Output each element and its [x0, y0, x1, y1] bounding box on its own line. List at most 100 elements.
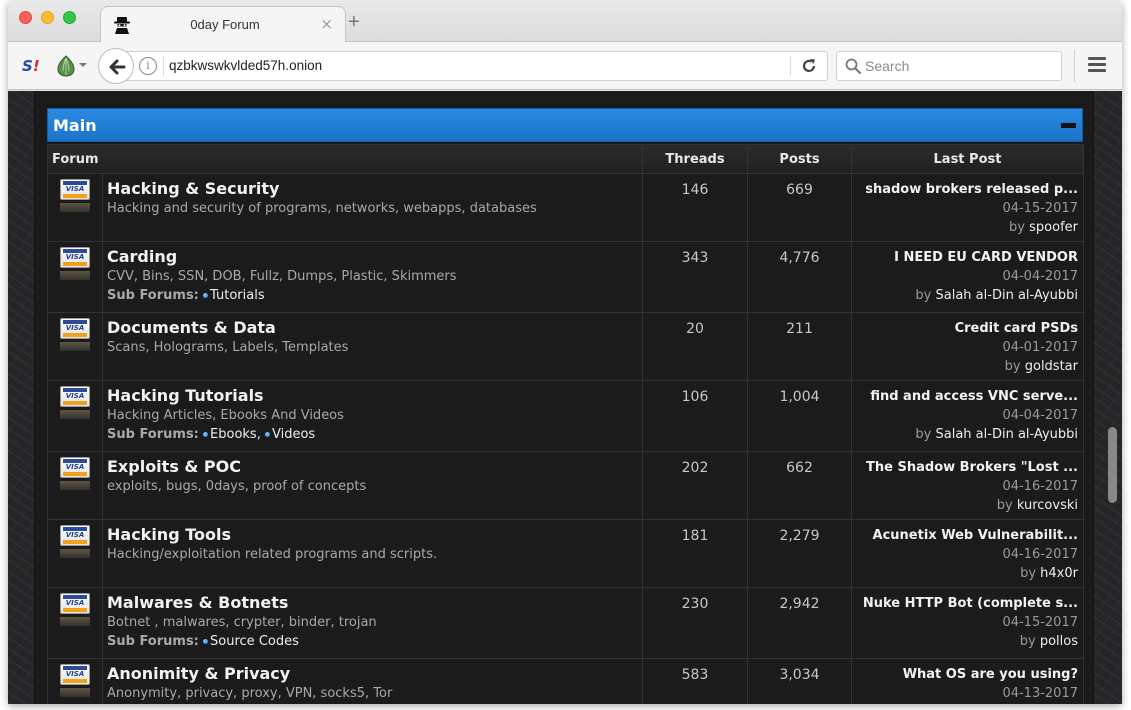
last-post-title-link[interactable]: The Shadow Brokers "Lost ...: [857, 458, 1078, 477]
last-post-title-link[interactable]: Credit card PSDs: [857, 319, 1078, 338]
tab-0day-forum[interactable]: 0day Forum ×: [100, 6, 346, 43]
credit-card-icon: VISA: [60, 457, 90, 478]
forum-list: VISA Hacking & Security Hacking and secu…: [47, 173, 1084, 704]
forum-title-link[interactable]: Exploits & POC: [107, 457, 642, 477]
back-arrow-icon: [109, 59, 126, 75]
last-post-title-link[interactable]: What OS are you using?: [857, 665, 1078, 684]
back-button[interactable]: [98, 48, 134, 84]
search-input[interactable]: [865, 55, 1055, 77]
forum-description: Hacking and security of programs, networ…: [107, 201, 537, 216]
forum-title-link[interactable]: Hacking & Security: [107, 179, 642, 199]
url-bar[interactable]: i qzbkwswkvlded57h.onion: [116, 51, 828, 81]
icon-reflection: [60, 549, 90, 558]
by-label: by: [1009, 220, 1025, 235]
nav-toolbar: S! i qzbkwswkvlded57h.onion: [8, 42, 1122, 90]
tor-dropdown-caret-icon[interactable]: [79, 63, 87, 67]
forum-title-link[interactable]: Hacking Tools: [107, 525, 642, 545]
post-count: 4,776: [747, 241, 852, 313]
post-count: 1,004: [747, 380, 852, 452]
forum-info-cell: Documents & Data Scans, Holograms, Label…: [102, 312, 643, 381]
forum-row: VISA Documents & Data Scans, Holograms, …: [47, 312, 1084, 381]
subforum-link[interactable]: Ebooks: [210, 427, 257, 442]
credit-card-icon: VISA: [60, 179, 90, 200]
url-text[interactable]: qzbkwswkvlded57h.onion: [169, 58, 322, 73]
search-bar[interactable]: [836, 51, 1062, 81]
toolbar-separator: [1074, 50, 1075, 82]
forum-status-cell: VISA: [47, 519, 103, 588]
thread-count: 230: [642, 587, 748, 659]
last-post-title-link[interactable]: Acunetix Web Vulnerabilit...: [857, 526, 1078, 545]
scroll-thumb[interactable]: [1108, 427, 1117, 503]
credit-card-icon: VISA: [60, 247, 90, 268]
s-bang-icon[interactable]: S!: [22, 56, 42, 76]
last-post-user-link[interactable]: kurcovski: [1017, 498, 1078, 513]
subforum-bullet-icon: [264, 432, 270, 437]
subforum-link[interactable]: Source Codes: [210, 634, 299, 649]
by-label: by: [915, 427, 932, 442]
forum-row: VISA Malwares & Botnets Botnet , malware…: [47, 587, 1084, 659]
tab-close-icon[interactable]: ×: [320, 15, 333, 33]
subforum-bullet-icon: [203, 639, 209, 644]
last-post-title-link[interactable]: shadow brokers released p...: [857, 180, 1078, 199]
forum-title-link[interactable]: Documents & Data: [107, 318, 642, 338]
category-title[interactable]: Main: [53, 116, 97, 135]
last-post-cell: find and access VNC serve... 04-04-2017 …: [851, 380, 1084, 452]
forum-info-cell: Anonimity & Privacy Anonymity, privacy, …: [102, 658, 643, 704]
last-post-date: 04-16-2017: [1002, 547, 1078, 562]
subforum-link[interactable]: Videos: [272, 427, 315, 442]
scrollbar[interactable]: [1106, 91, 1120, 704]
credit-card-icon: VISA: [60, 318, 90, 339]
last-post-date: 04-13-2017: [1002, 686, 1078, 701]
new-tab-button[interactable]: +: [348, 12, 360, 32]
forum-status-cell: VISA: [47, 241, 103, 313]
last-post-user-link[interactable]: Salah al-Din al-Ayubbi: [936, 288, 1078, 303]
info-icon[interactable]: i: [139, 57, 157, 75]
reload-icon[interactable]: [799, 56, 819, 76]
spy-icon: [114, 17, 130, 34]
last-post-author: by spoofer: [857, 218, 1078, 237]
icon-reflection: [60, 617, 90, 626]
forum-info-cell: Hacking Tutorials Hacking Articles, Eboo…: [102, 380, 643, 452]
browser-window: 0day Forum × + S! i qzbkwswkvlded57h.oni…: [8, 0, 1122, 704]
subforum-link[interactable]: Tutorials: [210, 288, 265, 303]
last-post-author: by Salah al-Din al-Ayubbi: [857, 286, 1078, 305]
thread-count: 106: [642, 380, 748, 452]
last-post-title-link[interactable]: I NEED EU CARD VENDOR: [857, 248, 1078, 267]
forum-title-link[interactable]: Carding: [107, 247, 642, 267]
by-label: by: [1004, 359, 1021, 374]
last-post-user-link[interactable]: goldstar: [1025, 359, 1078, 374]
zoom-window-button[interactable]: [63, 11, 76, 24]
last-post-title-link[interactable]: find and access VNC serve...: [857, 387, 1078, 406]
tab-bar: 0day Forum × +: [8, 0, 1122, 43]
hamburger-menu-icon[interactable]: [1088, 57, 1106, 73]
last-post-cell: What OS are you using? 04-13-2017: [851, 658, 1084, 704]
last-post-title-link[interactable]: Nuke HTTP Bot (complete s...: [857, 594, 1078, 613]
forum-info-cell: Malwares & Botnets Botnet , malwares, cr…: [102, 587, 643, 659]
search-icon: [845, 58, 861, 74]
last-post-user-link[interactable]: h4x0r: [1040, 566, 1078, 581]
forum-status-cell: VISA: [47, 451, 103, 520]
thread-count: 202: [642, 451, 748, 520]
credit-card-icon: VISA: [60, 593, 90, 614]
column-header-threads: Threads: [642, 144, 748, 174]
tor-onion-icon[interactable]: [56, 55, 76, 77]
forum-title-link[interactable]: Anonimity & Privacy: [107, 664, 642, 684]
forum-row: VISA Hacking & Security Hacking and secu…: [47, 173, 1084, 242]
forum-title-link[interactable]: Malwares & Botnets: [107, 593, 642, 613]
last-post-user-link[interactable]: pollos: [1040, 634, 1078, 649]
last-post-user-link[interactable]: spoofer: [1029, 220, 1078, 235]
forum-page: Main Forum Threads Posts Last Post VISA …: [34, 91, 1094, 704]
forum-row: VISA Anonimity & Privacy Anonymity, priv…: [47, 658, 1084, 704]
minimize-window-button[interactable]: [41, 11, 54, 24]
last-post-user-link[interactable]: Salah al-Din al-Ayubbi: [936, 427, 1078, 442]
last-post-date: 04-16-2017: [1002, 479, 1078, 494]
subforum-bullet-icon: [203, 432, 209, 437]
forum-row: VISA Hacking Tools Hacking/exploitation …: [47, 519, 1084, 588]
close-window-button[interactable]: [19, 11, 32, 24]
forum-title-link[interactable]: Hacking Tutorials: [107, 386, 642, 406]
thread-count: 146: [642, 173, 748, 242]
forum-status-cell: VISA: [47, 587, 103, 659]
url-separator: [163, 56, 164, 76]
tab-title: 0day Forum: [190, 17, 260, 32]
collapse-icon[interactable]: [1061, 123, 1076, 128]
